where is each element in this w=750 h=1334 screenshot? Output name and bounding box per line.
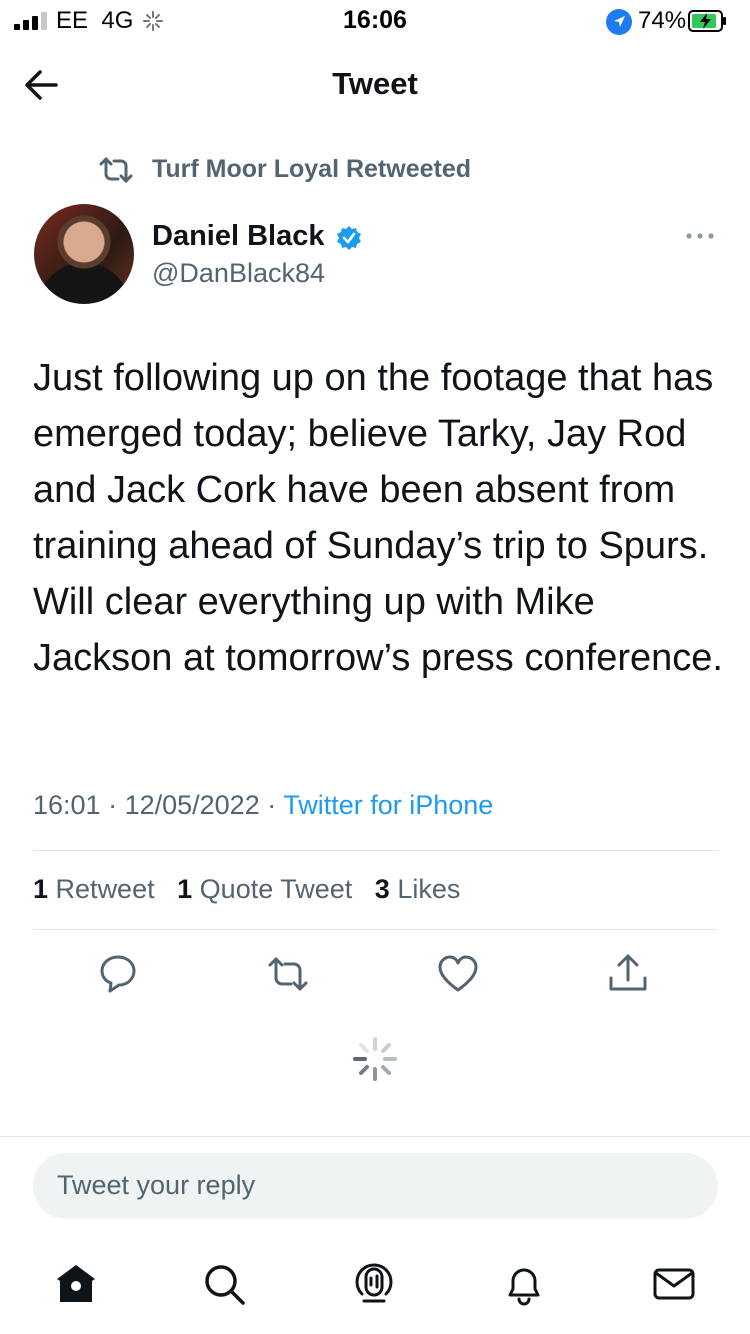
retweet-action-icon[interactable] [266, 952, 310, 996]
retweets-stat[interactable]: 1 Retweet [33, 874, 155, 904]
divider [33, 929, 718, 930]
tweet-metadata: 16:01 · 12/05/2022 · Twitter for iPhone [33, 790, 494, 820]
tweet-text: Just following up on the footage that ha… [33, 357, 723, 679]
status-bar: EE 4G 16:06 74% [0, 0, 750, 44]
retweet-icon [99, 157, 133, 183]
author-name[interactable]: Daniel Black [152, 220, 324, 253]
messages-icon[interactable] [650, 1260, 698, 1308]
search-icon[interactable] [200, 1260, 248, 1308]
tweet-time: 16:01 [33, 790, 101, 820]
more-options-icon[interactable] [684, 226, 716, 246]
likes-stat[interactable]: 3 Likes [375, 874, 461, 904]
share-icon[interactable] [606, 952, 650, 996]
reply-icon[interactable] [96, 952, 140, 996]
loading-spinner-icon [353, 1037, 397, 1081]
author-handle[interactable]: @DanBlack84 [152, 258, 325, 289]
divider [0, 1136, 750, 1137]
verified-badge-icon [337, 226, 361, 250]
page-title: Tweet [332, 66, 418, 101]
divider [33, 850, 718, 851]
home-icon[interactable] [52, 1260, 100, 1308]
tweet-stats: 1 Retweet 1 Quote Tweet 3 Likes [33, 874, 460, 905]
avatar[interactable] [34, 204, 134, 304]
location-icon [606, 9, 632, 35]
reply-placeholder[interactable]: Tweet your reply [57, 1170, 255, 1201]
notifications-icon[interactable] [500, 1260, 548, 1308]
battery-icon [688, 10, 726, 32]
battery-percentage: 74% [638, 7, 687, 34]
quotes-stat[interactable]: 1 Quote Tweet [177, 874, 352, 904]
like-icon[interactable] [436, 952, 480, 996]
retweeted-by-label[interactable]: Turf Moor Loyal Retweeted [152, 155, 471, 184]
tweet-source-link[interactable]: Twitter for iPhone [283, 790, 493, 820]
tweet-date: 12/05/2022 [124, 790, 260, 820]
spaces-icon[interactable] [350, 1260, 398, 1308]
